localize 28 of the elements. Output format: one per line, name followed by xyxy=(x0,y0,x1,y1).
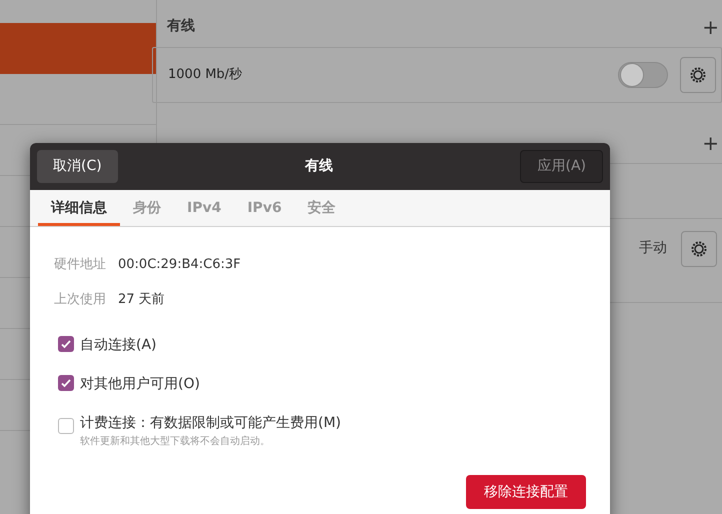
detail-value: 00:0C:29:B4:C6:3F xyxy=(118,256,241,274)
remove-button[interactable]: 移除连接配置 xyxy=(466,475,586,509)
checkbox[interactable] xyxy=(58,336,74,352)
detail-label: 硬件地址 xyxy=(54,256,106,274)
detail-label: 上次使用 xyxy=(54,290,106,308)
section-heading: 有线 xyxy=(167,17,195,36)
settings-button[interactable] xyxy=(680,57,716,93)
gear-icon xyxy=(689,66,707,84)
gear-icon xyxy=(690,240,708,258)
checkbox[interactable] xyxy=(58,375,74,391)
checkbox-label[interactable]: 对其他用户可用(O) xyxy=(80,374,200,395)
check-icon xyxy=(60,338,72,350)
check-icon xyxy=(60,377,72,389)
checkbox-label[interactable]: 计费连接：有数据限制或可能产生费用(M) xyxy=(80,413,342,434)
detail-value: 27 天前 xyxy=(118,290,165,308)
add-button[interactable]: + xyxy=(702,133,719,153)
checkbox[interactable] xyxy=(58,418,74,434)
dialog-title: 有线 xyxy=(305,157,334,176)
tab[interactable]: 详细信息 xyxy=(38,190,120,226)
add-button[interactable]: + xyxy=(702,16,719,36)
toggle-switch[interactable] xyxy=(618,62,668,88)
connection-mode: 手动 xyxy=(639,239,667,258)
hint-text: 软件更新和其他大型下载将不会自动启动。 xyxy=(80,434,271,449)
settings-button[interactable] xyxy=(681,230,717,266)
checkbox-label[interactable]: 自动连接(A) xyxy=(80,335,157,356)
apply-button[interactable]: 应用(A) xyxy=(520,150,603,183)
cancel-button[interactable]: 取消(C) xyxy=(37,150,118,183)
connection-speed: 1000 Mb/秒 xyxy=(168,66,244,84)
